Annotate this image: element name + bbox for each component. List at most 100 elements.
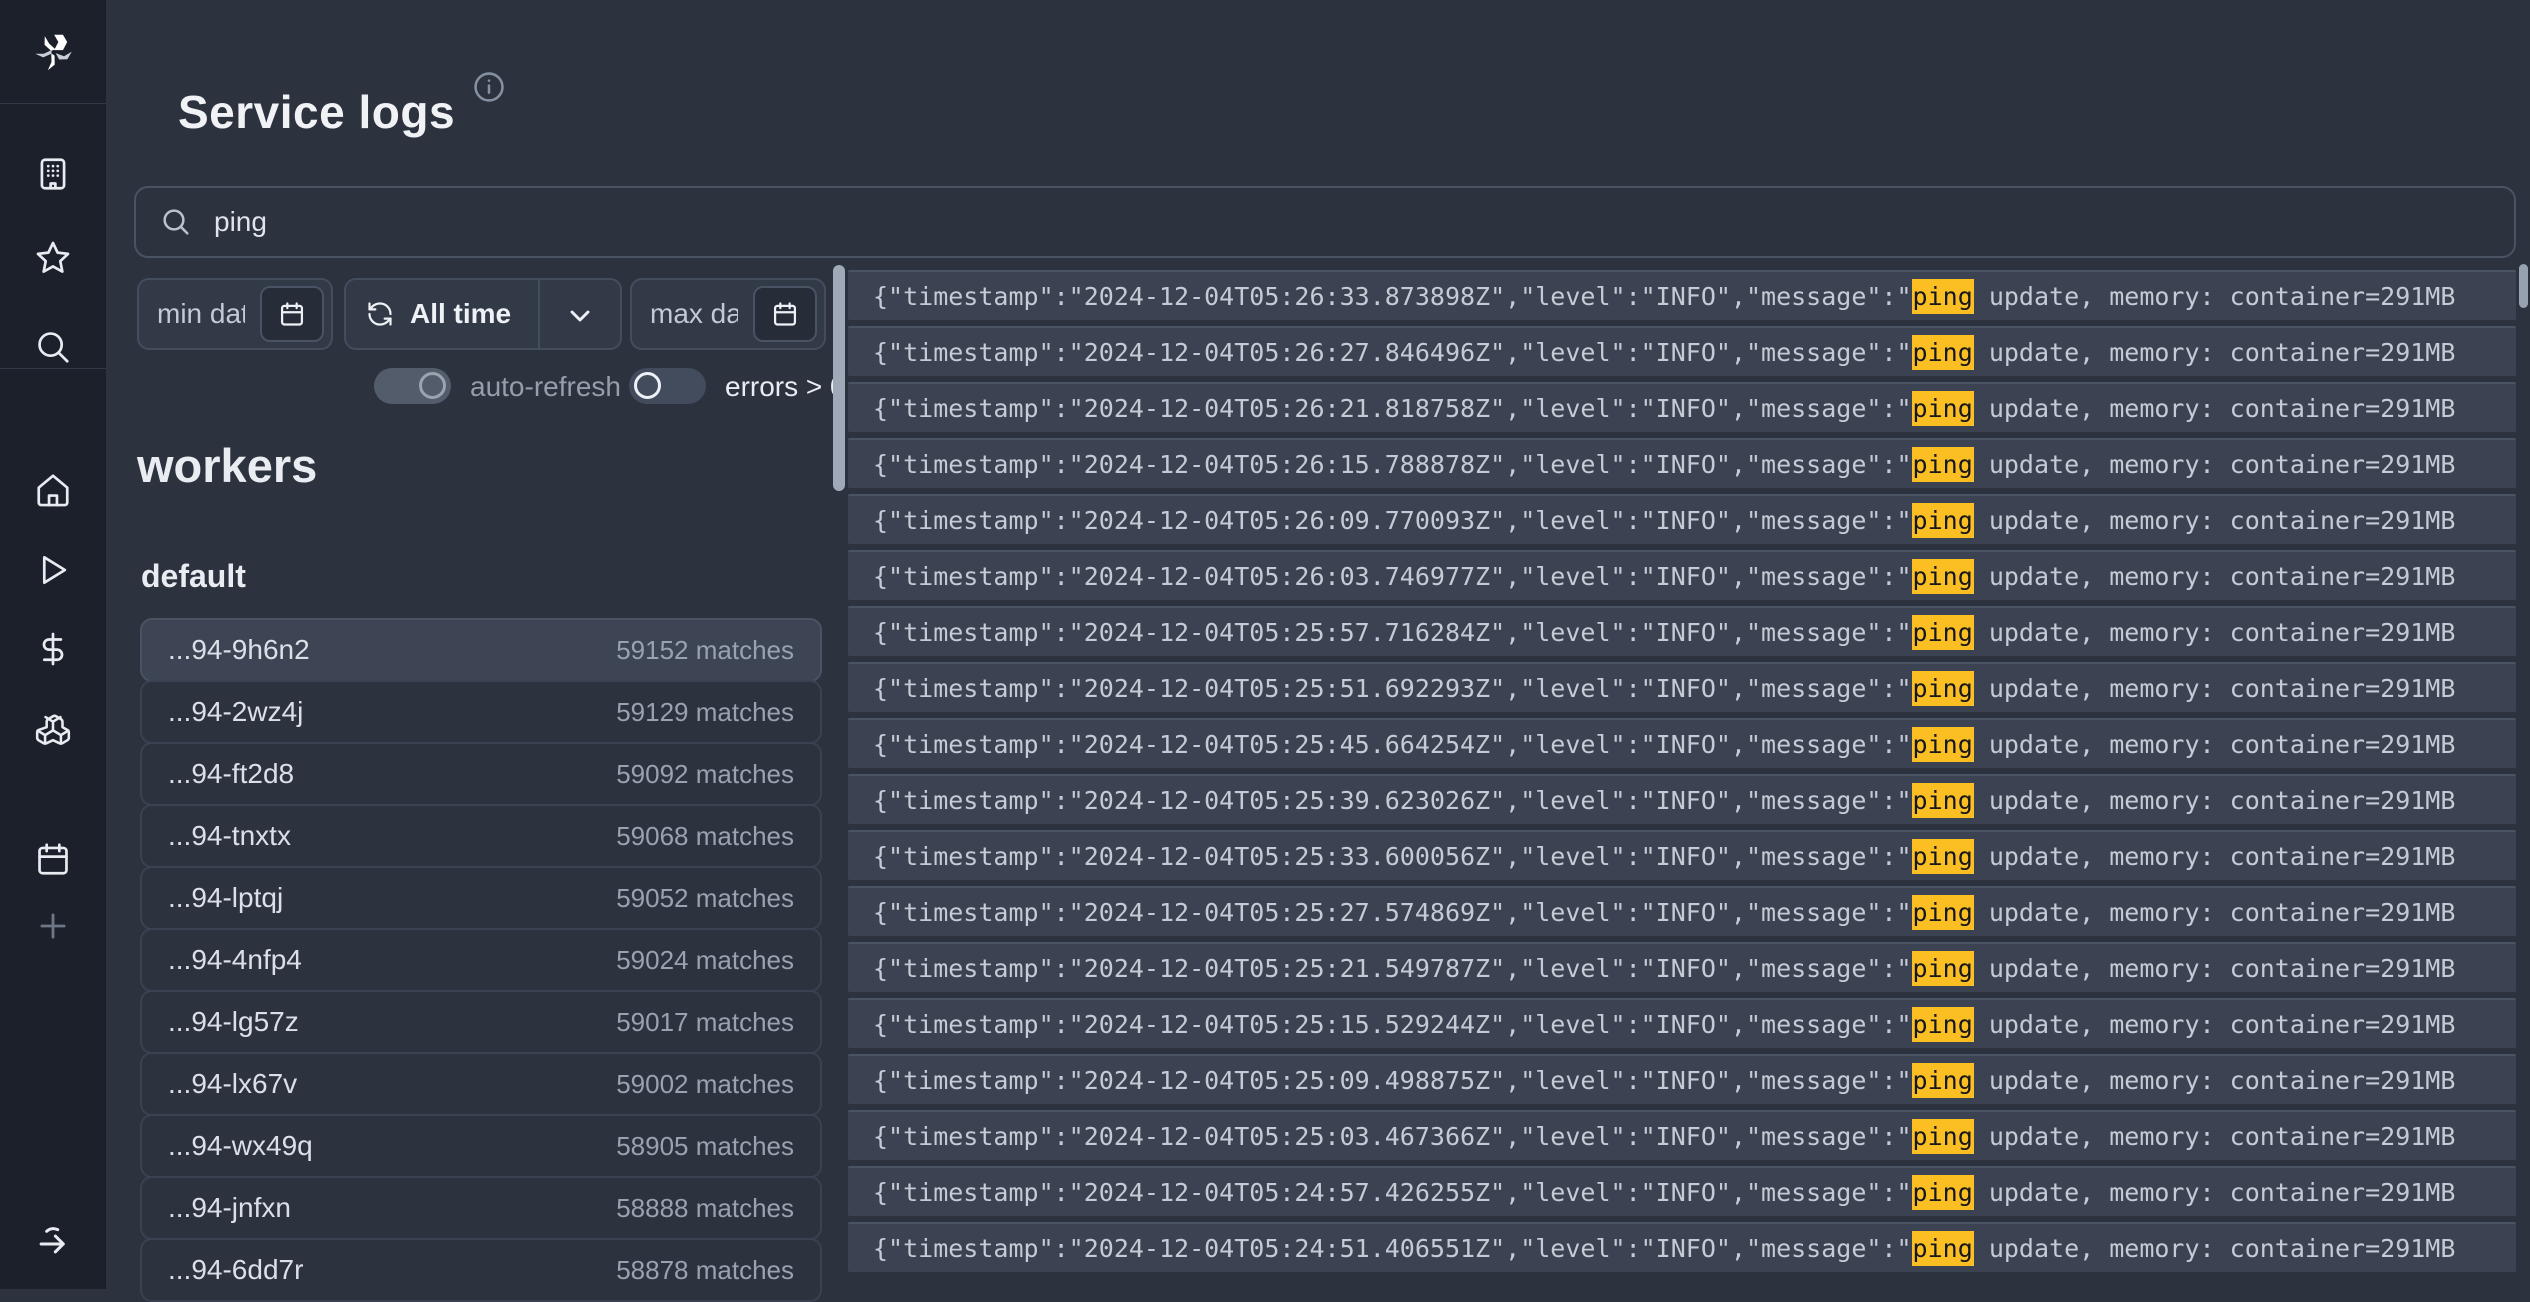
errors-label: errors > 0 xyxy=(725,371,846,403)
log-row[interactable]: {"timestamp":"2024-12-04T05:26:21.818758… xyxy=(848,382,2516,432)
page-scrollbar-thumb[interactable] xyxy=(2519,264,2528,308)
log-text: {"timestamp":"2024-12-04T05:26:33.873898… xyxy=(873,282,1912,311)
worker-row[interactable]: ...94-jnfxn 58888 matches xyxy=(140,1176,822,1240)
log-row[interactable]: {"timestamp":"2024-12-04T05:25:57.716284… xyxy=(848,606,2516,656)
worker-match-count: 59024 matches xyxy=(616,945,794,976)
search-value: ping xyxy=(214,206,267,238)
worker-row[interactable]: ...94-wx49q 58905 matches xyxy=(140,1114,822,1178)
log-scrollbar xyxy=(833,264,845,1289)
time-range-button[interactable]: All time xyxy=(344,278,622,350)
sidebar-expand-button[interactable] xyxy=(33,1220,73,1260)
log-row[interactable]: {"timestamp":"2024-12-04T05:25:33.600056… xyxy=(848,830,2516,880)
worker-match-count: 59152 matches xyxy=(616,635,794,666)
log-scrollbar-thumb[interactable] xyxy=(833,265,845,491)
calendar-icon xyxy=(771,300,799,328)
log-row[interactable]: {"timestamp":"2024-12-04T05:25:21.549787… xyxy=(848,942,2516,992)
worker-row[interactable]: ...94-lptqj 59052 matches xyxy=(140,866,822,930)
worker-row[interactable]: ...94-lx67v 59002 matches xyxy=(140,1052,822,1116)
sidebar-item-favorites[interactable] xyxy=(33,238,73,278)
worker-match-count: 59129 matches xyxy=(616,697,794,728)
sidebar-item-workspace[interactable] xyxy=(33,154,73,194)
search-match-highlight: ping xyxy=(1912,615,1974,650)
log-row[interactable]: {"timestamp":"2024-12-04T05:24:57.426255… xyxy=(848,1166,2516,1216)
log-text: update, memory: container=291MB xyxy=(1974,394,2456,423)
dollar-icon xyxy=(34,630,72,668)
log-text: {"timestamp":"2024-12-04T05:26:03.746977… xyxy=(873,562,1912,591)
log-text: update, memory: container=291MB xyxy=(1974,898,2456,927)
boxes-icon xyxy=(34,709,72,747)
sidebar-item-add[interactable] xyxy=(33,906,73,946)
sidebar-item-runs[interactable] xyxy=(33,550,73,590)
log-text: update, memory: container=291MB xyxy=(1974,842,2456,871)
log-row[interactable]: {"timestamp":"2024-12-04T05:26:27.846496… xyxy=(848,326,2516,376)
worker-id: ...94-4nfp4 xyxy=(168,944,302,976)
auto-refresh-toggle[interactable] xyxy=(374,368,451,404)
log-row[interactable]: {"timestamp":"2024-12-04T05:26:03.746977… xyxy=(848,550,2516,600)
min-date-placeholder: min date xyxy=(157,280,245,348)
log-text: {"timestamp":"2024-12-04T05:25:51.692293… xyxy=(873,674,1912,703)
log-text: {"timestamp":"2024-12-04T05:26:09.770093… xyxy=(873,506,1912,535)
log-text: {"timestamp":"2024-12-04T05:26:21.818758… xyxy=(873,394,1912,423)
log-row[interactable]: {"timestamp":"2024-12-04T05:26:33.873898… xyxy=(848,270,2516,320)
worker-row[interactable]: ...94-6dd7r 58878 matches xyxy=(140,1238,822,1302)
log-row[interactable]: {"timestamp":"2024-12-04T05:25:03.467366… xyxy=(848,1110,2516,1160)
worker-row[interactable]: ...94-ft2d8 59092 matches xyxy=(140,742,822,806)
log-row[interactable]: {"timestamp":"2024-12-04T05:25:27.574869… xyxy=(848,886,2516,936)
sidebar-item-home[interactable] xyxy=(33,470,73,510)
search-match-highlight: ping xyxy=(1912,1231,1974,1266)
log-row[interactable]: {"timestamp":"2024-12-04T05:26:15.788878… xyxy=(848,438,2516,488)
worker-row[interactable]: ...94-lg57z 59017 matches xyxy=(140,990,822,1054)
min-date-input[interactable]: min date xyxy=(137,278,333,350)
log-text: {"timestamp":"2024-12-04T05:25:27.574869… xyxy=(873,898,1912,927)
search-icon xyxy=(160,206,192,238)
log-row[interactable]: {"timestamp":"2024-12-04T05:26:09.770093… xyxy=(848,494,2516,544)
page-title: Service logs xyxy=(178,85,455,139)
search-match-highlight: ping xyxy=(1912,671,1974,706)
worker-row[interactable]: ...94-tnxtx 59068 matches xyxy=(140,804,822,868)
worker-id: ...94-lx67v xyxy=(168,1068,297,1100)
search-icon xyxy=(34,328,72,366)
min-date-calendar-button[interactable] xyxy=(260,286,324,342)
search-match-highlight: ping xyxy=(1912,951,1974,986)
sidebar-item-schedules[interactable] xyxy=(33,839,73,879)
worker-id: ...94-lptqj xyxy=(168,882,283,914)
max-date-calendar-button[interactable] xyxy=(753,286,817,342)
chevron-down-icon[interactable] xyxy=(564,300,596,332)
worker-row[interactable]: ...94-2wz4j 59129 matches xyxy=(140,680,822,744)
log-search-input[interactable]: ping xyxy=(134,186,2516,258)
worker-row[interactable]: ...94-4nfp4 59024 matches xyxy=(140,928,822,992)
log-text: {"timestamp":"2024-12-04T05:25:09.498875… xyxy=(873,1066,1912,1095)
worker-id: ...94-ft2d8 xyxy=(168,758,294,790)
log-text: update, memory: container=291MB xyxy=(1974,1234,2456,1263)
log-row[interactable]: {"timestamp":"2024-12-04T05:25:15.529244… xyxy=(848,998,2516,1048)
worker-match-count: 59092 matches xyxy=(616,759,794,790)
worker-id: ...94-2wz4j xyxy=(168,696,303,728)
log-row[interactable]: {"timestamp":"2024-12-04T05:25:39.623026… xyxy=(848,774,2516,824)
info-icon[interactable] xyxy=(472,70,506,104)
log-row[interactable]: {"timestamp":"2024-12-04T05:25:09.498875… xyxy=(848,1054,2516,1104)
max-date-placeholder: max date xyxy=(650,280,738,348)
log-text: update, memory: container=291MB xyxy=(1974,338,2456,367)
windmill-logo[interactable] xyxy=(0,0,106,104)
sidebar-item-variables[interactable] xyxy=(33,629,73,669)
errors-toggle[interactable] xyxy=(629,368,706,404)
log-row[interactable]: {"timestamp":"2024-12-04T05:25:45.664254… xyxy=(848,718,2516,768)
search-match-highlight: ping xyxy=(1912,335,1974,370)
search-match-highlight: ping xyxy=(1912,727,1974,762)
sidebar-item-resources[interactable] xyxy=(33,708,73,748)
max-date-input[interactable]: max date xyxy=(630,278,826,350)
log-row[interactable]: {"timestamp":"2024-12-04T05:24:51.406551… xyxy=(848,1222,2516,1272)
worker-row[interactable]: ...94-9h6n2 59152 matches xyxy=(140,618,822,682)
worker-id: ...94-lg57z xyxy=(168,1006,299,1038)
sidebar-item-search[interactable] xyxy=(33,327,73,367)
toggle-knob xyxy=(419,372,446,399)
worker-id: ...94-wx49q xyxy=(168,1130,313,1162)
button-divider xyxy=(538,280,540,348)
search-match-highlight: ping xyxy=(1912,895,1974,930)
log-row[interactable]: {"timestamp":"2024-12-04T05:25:51.692293… xyxy=(848,662,2516,712)
log-text: update, memory: container=291MB xyxy=(1974,1066,2456,1095)
log-text: update, memory: container=291MB xyxy=(1974,1010,2456,1039)
log-text: update, memory: container=291MB xyxy=(1974,674,2456,703)
log-text: update, memory: container=291MB xyxy=(1974,618,2456,647)
worker-match-count: 59017 matches xyxy=(616,1007,794,1038)
